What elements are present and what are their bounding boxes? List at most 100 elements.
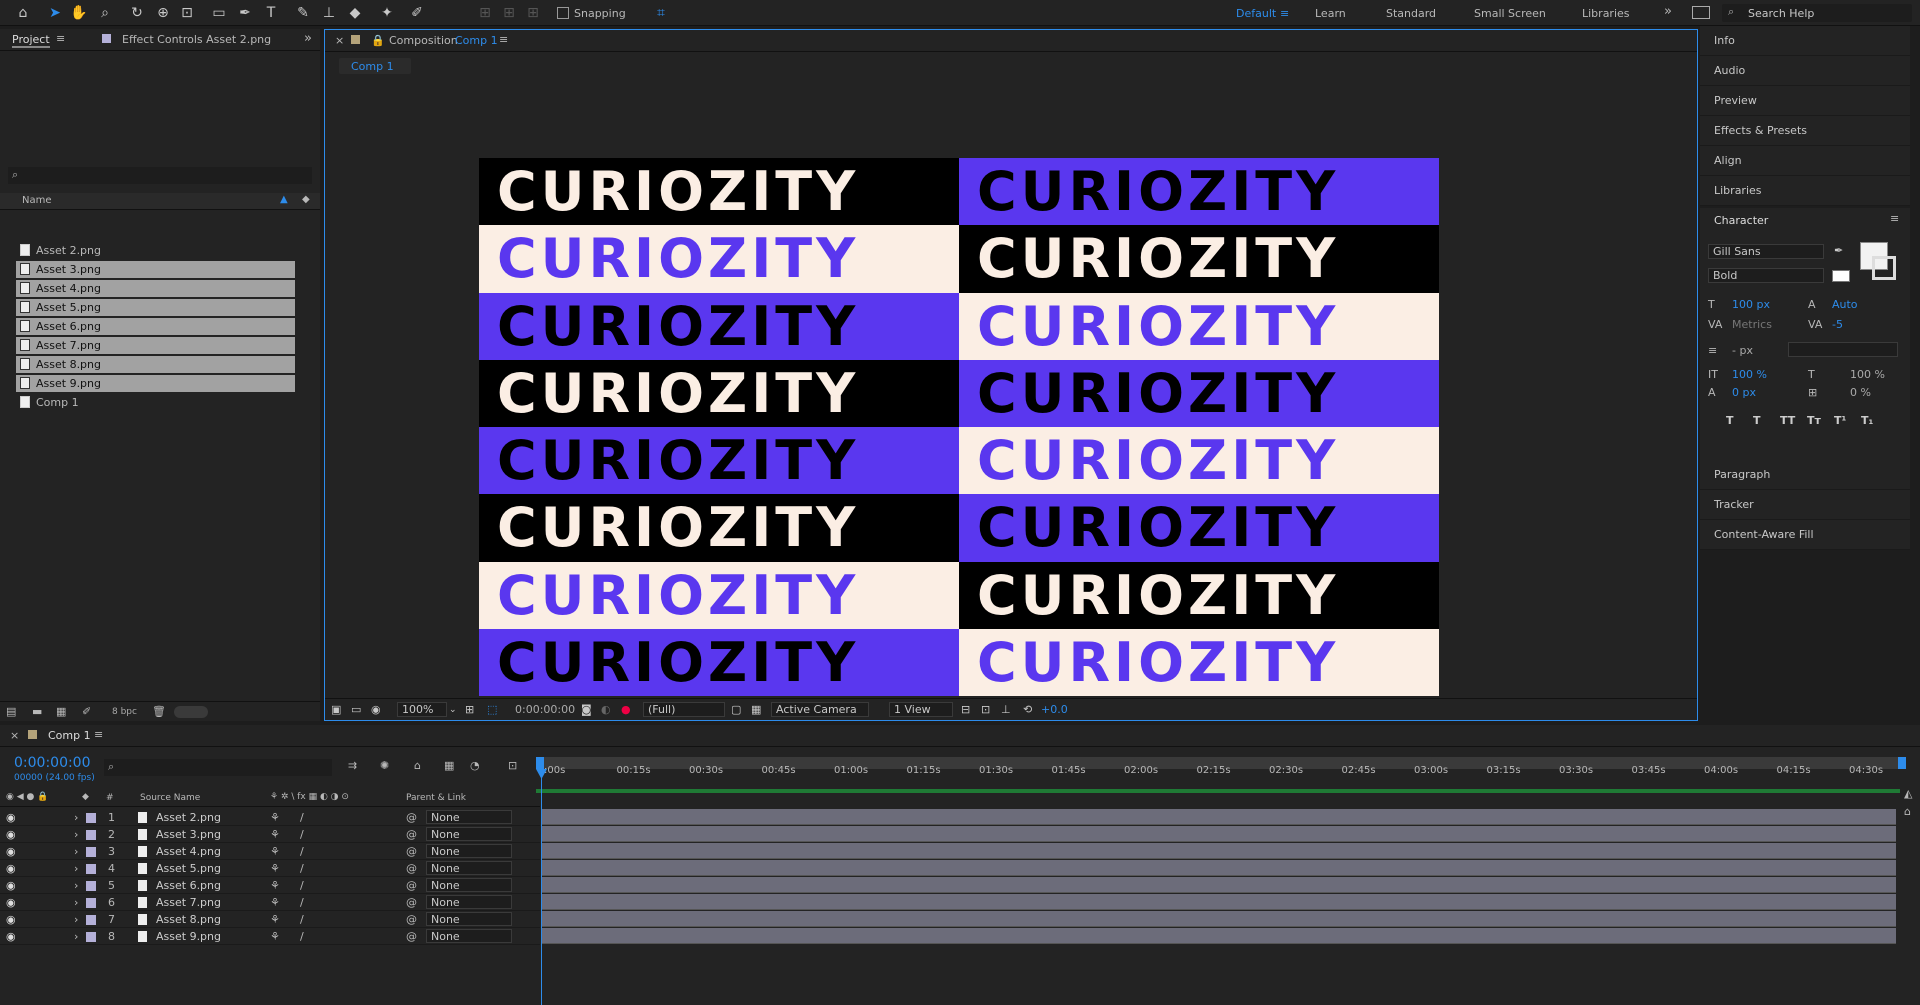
shy-switch-icon[interactable]: ⚘: [270, 860, 280, 877]
kerning-value[interactable]: Metrics: [1732, 318, 1772, 331]
text-style-button[interactable]: T₁: [1861, 414, 1873, 427]
project-item[interactable]: Asset 6.png: [16, 318, 295, 335]
always-preview-icon[interactable]: ▣: [331, 702, 341, 718]
hand-tool-icon[interactable]: ✋: [70, 4, 88, 22]
interpret-footage-icon[interactable]: ▤: [6, 705, 16, 718]
layer-duration-bar[interactable]: [542, 894, 1896, 910]
panel-align[interactable]: Align: [1700, 146, 1910, 176]
pick-whip-icon[interactable]: @: [406, 860, 417, 877]
timeline-current-time[interactable]: 0:00:00:00: [14, 755, 91, 771]
quality-switch-icon[interactable]: /: [300, 843, 304, 860]
zoom-timeline-icon[interactable]: ◭: [1904, 787, 1912, 800]
axis-view-icon[interactable]: ⊞: [524, 4, 542, 22]
vertical-scale-value[interactable]: 100 %: [1732, 368, 1767, 381]
layer-row[interactable]: ◉ › 7 Asset 8.png ⚘ / @ None: [0, 911, 540, 928]
comp-sub-tab[interactable]: Comp 1: [339, 58, 411, 74]
eye-icon[interactable]: ◉: [6, 843, 16, 860]
project-item[interactable]: Asset 9.png: [16, 375, 295, 392]
eyedropper-icon[interactable]: ✒: [1834, 244, 1843, 257]
shy-switch-icon[interactable]: ⚘: [270, 877, 280, 894]
eye-icon[interactable]: ◉: [6, 809, 16, 826]
panel-tracker[interactable]: Tracker: [1700, 490, 1910, 520]
pan-behind-tool-icon[interactable]: ⊡: [178, 4, 196, 22]
workspace-default[interactable]: Default: [1236, 7, 1276, 20]
project-search-input[interactable]: ⌕: [8, 167, 312, 184]
panel-info[interactable]: Info: [1700, 26, 1910, 56]
pixel-aspect-icon[interactable]: ⊟: [961, 702, 970, 718]
quality-switch-icon[interactable]: /: [300, 928, 304, 945]
selection-tool-icon[interactable]: ➤: [46, 4, 64, 22]
lock-icon[interactable]: 🔒: [371, 34, 385, 47]
view-layout-select[interactable]: 1 View: [889, 702, 953, 717]
layer-duration-bar[interactable]: [542, 843, 1896, 859]
more-workspaces-icon[interactable]: »: [1664, 4, 1672, 19]
panel-audio[interactable]: Audio: [1700, 56, 1910, 86]
layer-label-color[interactable]: [86, 847, 96, 857]
font-family-select[interactable]: Gill Sans: [1708, 244, 1824, 259]
source-name-column[interactable]: Source Name: [140, 793, 200, 803]
layer-name[interactable]: Asset 5.png: [156, 860, 221, 877]
chevron-right-icon[interactable]: ›: [74, 809, 78, 826]
quality-switch-icon[interactable]: /: [300, 911, 304, 928]
snapping-checkbox[interactable]: [557, 7, 569, 19]
eye-icon[interactable]: ◉: [6, 860, 16, 877]
layer-duration-bar[interactable]: [542, 911, 1896, 927]
layer-row[interactable]: ◉ › 4 Asset 5.png ⚘ / @ None: [0, 860, 540, 877]
pick-whip-icon[interactable]: @: [406, 911, 417, 928]
layer-duration-bar[interactable]: [542, 928, 1896, 944]
font-size-value[interactable]: 100 px: [1732, 298, 1770, 311]
quality-switch-icon[interactable]: /: [300, 894, 304, 911]
rotate-tool-icon[interactable]: ↻: [128, 4, 146, 22]
chevron-right-icon[interactable]: ›: [74, 894, 78, 911]
quality-switch-icon[interactable]: /: [300, 877, 304, 894]
panel-layout-icon[interactable]: [1692, 6, 1710, 19]
layer-label-color[interactable]: [86, 830, 96, 840]
workspace-learn[interactable]: Learn: [1315, 7, 1346, 20]
layer-name[interactable]: Asset 8.png: [156, 911, 221, 928]
pick-whip-icon[interactable]: @: [406, 843, 417, 860]
composition-tab-name[interactable]: Comp 1: [455, 34, 498, 47]
pick-whip-icon[interactable]: @: [406, 928, 417, 945]
clone-stamp-tool-icon[interactable]: ⊥: [320, 4, 338, 22]
layer-label-color[interactable]: [86, 881, 96, 891]
pick-whip-icon[interactable]: @: [406, 894, 417, 911]
tab-menu-icon[interactable]: ≡: [56, 32, 65, 45]
parent-select[interactable]: None: [426, 878, 512, 892]
layer-duration-bar[interactable]: [542, 826, 1896, 842]
chevron-right-icon[interactable]: ›: [74, 911, 78, 928]
vr-icon[interactable]: ◉: [371, 702, 381, 718]
layer-duration-bar[interactable]: [542, 809, 1896, 825]
pick-whip-icon[interactable]: @: [406, 809, 417, 826]
project-item[interactable]: Asset 7.png: [16, 337, 295, 354]
fast-previews-icon[interactable]: ▢: [731, 702, 741, 718]
tab-project[interactable]: Project: [12, 33, 50, 48]
layer-row[interactable]: ◉ › 6 Asset 7.png ⚘ / @ None: [0, 894, 540, 911]
layer-label-color[interactable]: [86, 915, 96, 925]
chevron-right-icon[interactable]: ›: [74, 928, 78, 945]
graph-editor-icon[interactable]: ⊡: [508, 759, 517, 772]
baseline-shift-value[interactable]: 0 px: [1732, 386, 1756, 399]
zoom-select[interactable]: 100%: [397, 702, 447, 717]
workspace-libraries[interactable]: Libraries: [1582, 7, 1630, 20]
eye-icon[interactable]: ◉: [6, 911, 16, 928]
resolution-select[interactable]: (Full): [643, 702, 725, 717]
shy-switch-icon[interactable]: ⚘: [270, 894, 280, 911]
pen-tool-icon[interactable]: ✒: [236, 4, 254, 22]
axis-world-icon[interactable]: ⊞: [500, 4, 518, 22]
workspace-small-screen[interactable]: Small Screen: [1474, 7, 1546, 20]
project-item[interactable]: Asset 4.png: [16, 280, 295, 297]
layer-row[interactable]: ◉ › 1 Asset 2.png ⚘ / @ None: [0, 809, 540, 826]
text-style-button[interactable]: T: [1726, 414, 1734, 427]
layer-label-color[interactable]: [86, 898, 96, 908]
project-item[interactable]: Comp 1: [16, 394, 295, 411]
tab-menu-icon[interactable]: ≡: [94, 728, 103, 741]
search-help-box[interactable]: ⌕ Search Help: [1722, 4, 1912, 22]
zoom-tool-icon[interactable]: ⌕: [96, 4, 114, 22]
trash-icon[interactable]: 🗑: [152, 705, 166, 718]
camera-tool-icon[interactable]: ⊕: [154, 4, 172, 22]
timeline-search-input[interactable]: ⌕: [104, 759, 332, 776]
flowchart-icon[interactable]: ⊥: [1001, 702, 1011, 718]
home-icon[interactable]: ⌂: [14, 4, 32, 22]
chevron-right-icon[interactable]: ›: [74, 860, 78, 877]
panel-libraries[interactable]: Libraries: [1700, 176, 1910, 206]
